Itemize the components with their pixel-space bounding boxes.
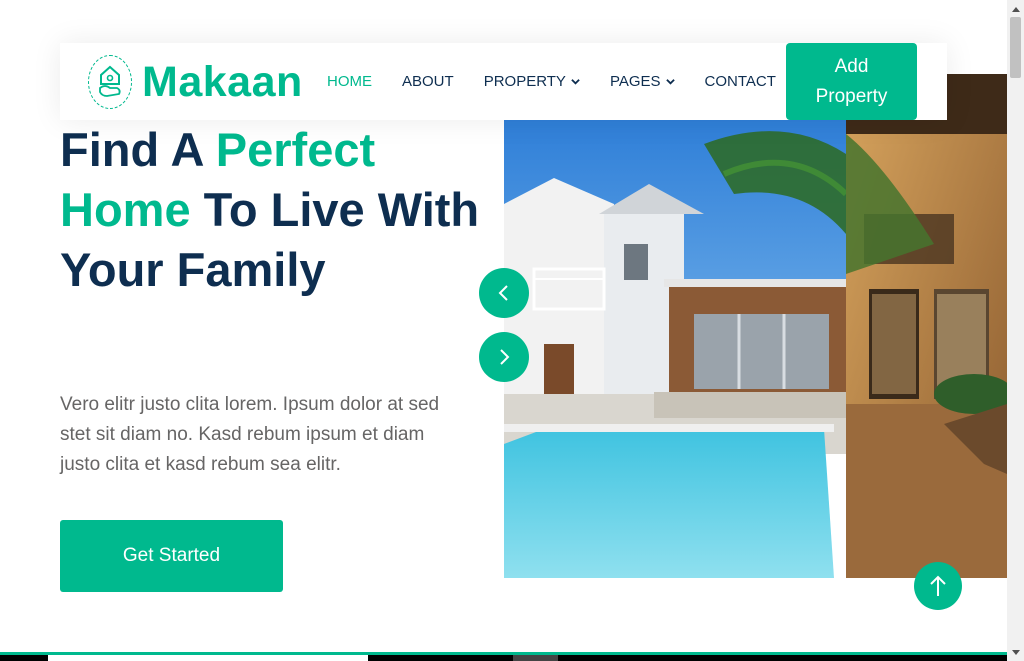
scroll-down-arrow-icon[interactable] bbox=[1007, 644, 1024, 661]
nav-item-property[interactable]: PROPERTY bbox=[484, 73, 580, 90]
nav-item-contact[interactable]: CONTACT bbox=[705, 73, 776, 90]
nav-item-home[interactable]: HOME bbox=[327, 73, 372, 90]
hero-carousel-image bbox=[504, 74, 1007, 578]
arrow-up-icon bbox=[930, 575, 946, 596]
nav-menu: HOME ABOUT PROPERTY PAGES CONTACT bbox=[327, 43, 806, 120]
next-section-edge bbox=[0, 652, 1007, 661]
carousel-next-button[interactable] bbox=[479, 332, 529, 382]
hero-description: Vero elitr justo clita lorem. Ipsum dolo… bbox=[60, 394, 440, 475]
get-started-button[interactable]: Get Started bbox=[60, 520, 283, 592]
scroll-up-arrow-icon[interactable] bbox=[1007, 0, 1024, 17]
carousel-prev-button[interactable] bbox=[479, 268, 529, 318]
search-bar-edge bbox=[513, 655, 558, 661]
nav-item-label: PROPERTY bbox=[483, 73, 566, 90]
nav-item-label: HOME bbox=[327, 73, 372, 90]
nav-item-about[interactable]: ABOUT bbox=[402, 73, 454, 90]
search-bar-edge bbox=[48, 655, 368, 661]
navbar: Makaan HOME ABOUT PROPERTY PAGES CONTACT… bbox=[60, 43, 947, 120]
scrollbar-thumb[interactable] bbox=[1010, 17, 1021, 78]
nav-item-label: ABOUT bbox=[402, 73, 454, 90]
hero-title-part1: Find A bbox=[60, 123, 216, 176]
chevron-down-icon bbox=[571, 79, 580, 85]
vertical-scrollbar[interactable] bbox=[1007, 0, 1024, 661]
chevron-down-icon bbox=[665, 79, 675, 85]
chevron-left-icon bbox=[498, 285, 508, 301]
chevron-right-icon bbox=[500, 349, 510, 365]
brand[interactable]: Makaan bbox=[88, 55, 303, 109]
nav-item-label: CONTACT bbox=[704, 73, 776, 90]
add-property-button[interactable]: Add Property bbox=[786, 43, 917, 120]
brand-name: Makaan bbox=[142, 57, 303, 106]
back-to-top-button[interactable] bbox=[914, 562, 962, 610]
hero-title: Find A Perfect Home To Live With Your Fa… bbox=[60, 120, 480, 300]
nav-item-label: PAGES bbox=[609, 73, 661, 90]
house-in-hand-icon bbox=[88, 55, 132, 109]
nav-item-pages[interactable]: PAGES bbox=[610, 73, 675, 90]
